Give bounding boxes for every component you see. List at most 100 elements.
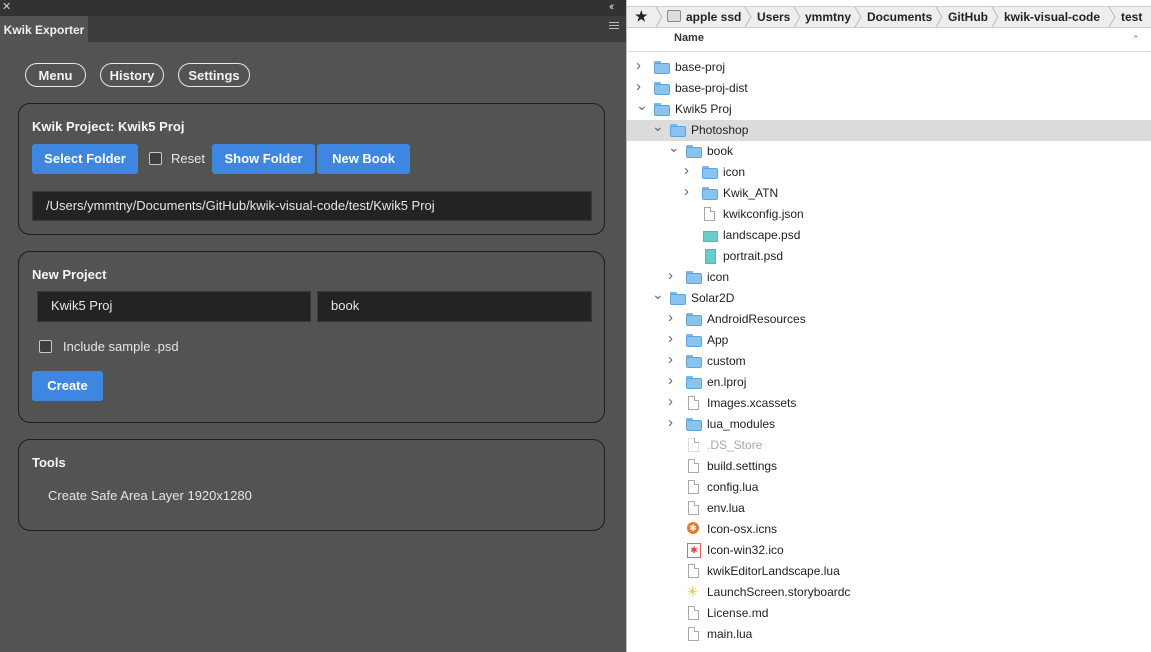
file-row[interactable]: env.lua [627,498,1151,519]
breadcrumb-separator-icon [793,7,801,27]
folder-row[interactable]: ⌄ Kwik5 Proj [627,97,1151,120]
file-row[interactable]: ✱ Icon-osx.icns [627,519,1151,540]
chevron-right-icon[interactable]: › [636,78,646,95]
chevron-down-icon[interactable]: ⌄ [668,139,680,155]
reset-label: Reset [171,151,205,166]
folder-row[interactable]: › custom [627,351,1151,372]
breadcrumb-separator-icon [991,7,999,27]
chevron-right-icon[interactable]: › [684,162,694,179]
folder-row[interactable]: ⌄ Solar2D [627,286,1151,309]
folder-row[interactable]: ⌄ book [627,139,1151,162]
breadcrumb-item[interactable]: ymmtny [805,10,851,24]
file-row[interactable]: portrait.psd [627,246,1151,267]
show-folder-button[interactable]: Show Folder [212,144,315,174]
breadcrumb-item[interactable]: test [1121,10,1142,24]
folder-row[interactable]: › AndroidResources [627,309,1151,330]
file-row[interactable]: ✱ Icon-win32.ico [627,540,1151,561]
folder-row[interactable]: › Kwik_ATN [627,183,1151,204]
folder-row[interactable]: › base-proj [627,57,1151,78]
panel-menu-icon[interactable] [609,22,619,31]
file-name: kwikconfig.json [723,207,804,221]
folder-row[interactable]: › App [627,330,1151,351]
folder-row[interactable]: ⌄ Photoshop [627,118,1151,141]
file-row[interactable]: kwikconfig.json [627,204,1151,225]
folder-row[interactable]: › en.lproj [627,372,1151,393]
folder-icon [686,332,704,348]
breadcrumb-separator-icon [854,7,862,27]
collapse-panel-icon[interactable]: ‹‹ [609,0,615,14]
create-button[interactable]: Create [32,371,103,401]
file-row[interactable]: .DS_Store [627,435,1151,456]
chevron-right-icon[interactable]: › [668,330,678,347]
folder-row[interactable]: › icon [627,162,1151,183]
folder-row[interactable]: › icon [627,267,1151,288]
file-icon [686,479,704,495]
new-book-button[interactable]: New Book [317,144,410,174]
folder-icon [654,80,672,96]
file-name: en.lproj [707,375,747,389]
file-row[interactable]: kwikEditorLandscape.lua [627,561,1151,582]
include-sample-label: Include sample .psd [63,339,179,354]
file-row[interactable]: config.lua [627,477,1151,498]
file-name: Solar2D [691,291,735,305]
chevron-right-icon[interactable]: › [668,414,678,431]
folder-row[interactable]: › base-proj-dist [627,78,1151,99]
select-folder-button[interactable]: Select Folder [32,144,138,174]
create-safe-area-tool[interactable]: Create Safe Area Layer 1920x1280 [48,488,252,503]
file-browser: ★ apple ssd Users ymmtny Documents GitHu… [626,0,1151,652]
chevron-down-icon[interactable]: ⌄ [652,118,664,134]
tab-kwik-exporter[interactable]: Kwik Exporter [0,16,88,42]
file-name: icon [723,165,746,179]
project-name-input[interactable]: Kwik5 Proj [37,291,311,322]
file-icon [686,500,704,516]
settings-button[interactable]: Settings [178,63,250,87]
name-column-header[interactable]: Name [674,32,704,44]
chevron-right-icon[interactable]: › [668,267,678,284]
chevron-right-icon[interactable]: › [684,183,694,200]
file-name: base-proj [675,60,726,74]
chevron-right-icon[interactable]: › [636,57,646,74]
file-name: AndroidResources [707,312,806,326]
file-row[interactable]: › Images.xcassets [627,393,1151,414]
file-icon [686,605,704,621]
folder-icon [686,416,704,432]
file-name: App [707,333,729,347]
file-row[interactable]: landscape.psd [627,225,1151,246]
chevron-down-icon[interactable]: ⌄ [636,97,648,113]
favorites-star-icon[interactable]: ★ [635,8,648,25]
chevron-down-icon[interactable]: ⌄ [652,286,664,302]
file-name: kwikEditorLandscape.lua [707,564,840,578]
chevron-right-icon[interactable]: › [668,393,678,410]
chevron-right-icon[interactable]: › [668,351,678,368]
breadcrumb-item[interactable]: apple ssd [686,10,741,24]
breadcrumb-item[interactable]: Documents [867,10,932,24]
history-button[interactable]: History [100,63,164,87]
breadcrumb-item[interactable]: GitHub [948,10,988,24]
file-name: landscape.psd [723,228,801,242]
chevron-right-icon[interactable]: › [668,309,678,326]
include-sample-checkbox[interactable] [39,340,52,353]
file-name: Icon-win32.ico [707,543,784,557]
file-name: lua_modules [707,417,776,431]
book-name-input[interactable]: book [317,291,592,322]
close-icon[interactable]: ✕ [2,0,11,14]
kwik-project-card: Kwik Project: Kwik5 Proj Select Folder R… [18,103,605,235]
breadcrumb-separator-icon [1108,7,1116,27]
chevron-right-icon[interactable]: › [668,372,678,389]
breadcrumb-separator-icon [935,7,943,27]
file-row[interactable]: ✳ LaunchScreen.storyboardc [627,582,1151,603]
project-path-field[interactable]: /Users/ymmtny/Documents/GitHub/kwik-visu… [32,191,592,221]
reset-checkbox[interactable] [149,152,162,165]
menu-button[interactable]: Menu [25,63,86,87]
folder-icon [670,290,688,306]
breadcrumb-item[interactable]: kwik-visual-code [1004,10,1100,24]
panel-tab-bar: Kwik Exporter [0,16,626,42]
file-row[interactable]: License.md [627,603,1151,624]
file-name: Kwik5 Proj [675,102,732,116]
folder-row[interactable]: › lua_modules [627,414,1151,435]
breadcrumb-item[interactable]: Users [757,10,790,24]
file-row[interactable]: main.lua [627,624,1151,645]
file-name: Images.xcassets [707,396,797,410]
sort-indicator-icon[interactable]: ⌃ [1132,34,1140,45]
file-row[interactable]: build.settings [627,456,1151,477]
